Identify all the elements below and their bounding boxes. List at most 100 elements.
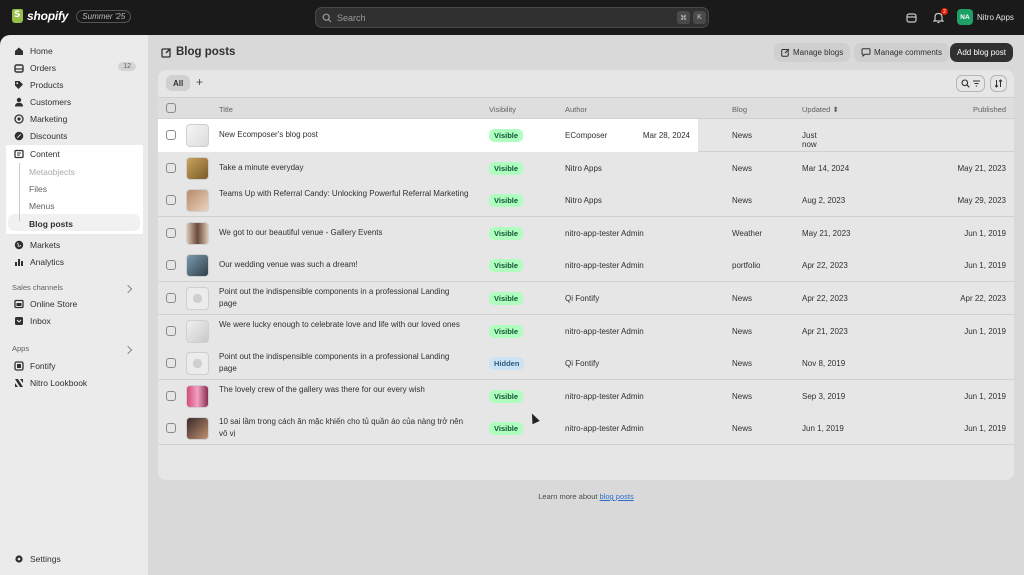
post-title[interactable]: 10 sai lầm trong cách ăn mặc khiến cho t… bbox=[219, 416, 469, 440]
table-row[interactable]: Teams Up with Referral Candy: Unlocking … bbox=[158, 184, 1014, 218]
row-checkbox[interactable] bbox=[166, 162, 176, 173]
orders-icon bbox=[14, 63, 24, 73]
blog-posts-help-link[interactable]: blog posts bbox=[600, 492, 634, 501]
add-blog-post-button[interactable]: Add blog post bbox=[950, 43, 1013, 62]
post-blog: News bbox=[732, 326, 753, 336]
content-icon bbox=[14, 149, 24, 159]
sidebar-item-home[interactable]: Home bbox=[8, 42, 140, 59]
post-title[interactable]: We got to our beautiful venue - Gallery … bbox=[219, 227, 469, 239]
row-checkbox[interactable] bbox=[166, 260, 176, 271]
table-row[interactable]: We were lucky enough to celebrate love a… bbox=[158, 314, 1014, 348]
column-author[interactable]: Author bbox=[565, 105, 587, 114]
sidebar-sub-menus[interactable]: Menus bbox=[29, 201, 55, 211]
post-title[interactable]: We were lucky enough to celebrate love a… bbox=[219, 319, 469, 331]
search-placeholder: Search bbox=[337, 12, 366, 23]
tag-icon bbox=[14, 80, 24, 90]
column-title[interactable]: Title bbox=[219, 105, 233, 114]
learn-more-text: Learn more about bbox=[538, 492, 600, 501]
post-thumbnail bbox=[186, 384, 209, 408]
sort-button[interactable] bbox=[990, 75, 1007, 92]
store-switcher-icon[interactable] bbox=[904, 10, 919, 25]
row-checkbox[interactable] bbox=[166, 195, 176, 206]
sidebar-item-marketing[interactable]: Marketing bbox=[8, 110, 140, 127]
user-menu[interactable]: NA Nitro Apps bbox=[957, 9, 1014, 25]
search-icon bbox=[960, 79, 970, 88]
sidebar-item-settings[interactable]: Settings bbox=[8, 550, 140, 567]
table-row[interactable]: The lovely crew of the gallery was there… bbox=[158, 379, 1014, 413]
notifications-bell-icon[interactable]: 2 bbox=[931, 8, 948, 25]
sidebar-item-label: Marketing bbox=[30, 113, 68, 124]
sidebar-sub-files[interactable]: Files bbox=[29, 184, 47, 194]
sidebar-item-orders[interactable]: Orders 12 bbox=[8, 59, 140, 76]
table-row[interactable]: Point out the indispensible components i… bbox=[158, 347, 1014, 381]
row-checkbox[interactable] bbox=[166, 293, 176, 303]
column-updated[interactable]: Updated ⬍ bbox=[802, 105, 839, 114]
sales-channels-chevron-icon[interactable] bbox=[123, 284, 133, 294]
row-checkbox[interactable] bbox=[166, 358, 176, 369]
sidebar-item-products[interactable]: Products bbox=[8, 76, 140, 93]
sidebar-sub-metaobjects[interactable]: Metaobjects bbox=[29, 167, 75, 177]
column-blog[interactable]: Blog bbox=[732, 105, 747, 114]
app-icon bbox=[14, 360, 24, 371]
manage-blogs-button[interactable]: Manage blogs bbox=[774, 43, 851, 62]
sidebar-item-markets[interactable]: Markets bbox=[8, 236, 140, 253]
post-updated: Nov 8, 2019 bbox=[802, 359, 846, 369]
post-title[interactable]: Point out the indispensible components i… bbox=[219, 286, 469, 310]
user-name: Nitro Apps bbox=[977, 12, 1014, 22]
post-author: nitro-app-tester Admin bbox=[565, 261, 644, 271]
visibility-badge: Visible bbox=[489, 292, 524, 305]
sidebar-item-online-store[interactable]: Online Store bbox=[8, 295, 140, 312]
table-row[interactable]: 10 sai lầm trong cách ăn mặc khiến cho t… bbox=[158, 412, 1014, 446]
sidebar-sub-blog-posts[interactable]: Blog posts bbox=[29, 219, 73, 229]
post-published: Jun 1, 2019 bbox=[964, 326, 1006, 336]
table-row[interactable]: Take a minute everyday Visible Nitro Apps N… bbox=[158, 151, 1014, 185]
filter-icon bbox=[972, 80, 980, 87]
post-author: Qi Fontify bbox=[565, 294, 600, 303]
table-row[interactable]: We got to our beautiful venue - Gallery … bbox=[158, 216, 1014, 250]
visibility-badge: Visible bbox=[489, 389, 524, 403]
nitro-icon bbox=[14, 378, 24, 388]
avatar: NA bbox=[957, 9, 973, 25]
search-input[interactable]: Search ⌘ K bbox=[315, 7, 709, 28]
visibility-badge: Hidden bbox=[489, 357, 525, 371]
table-row[interactable]: Our wedding venue was such a dream! Visib… bbox=[158, 249, 1014, 283]
post-published: Jun 1, 2019 bbox=[964, 261, 1006, 271]
column-visibility[interactable]: Visibility bbox=[489, 105, 516, 114]
sidebar-item-nitro-lookbook[interactable]: Nitro Lookbook bbox=[8, 374, 140, 391]
add-view-button[interactable]: + bbox=[196, 75, 203, 89]
row-checkbox[interactable] bbox=[166, 423, 176, 434]
row-checkbox[interactable] bbox=[166, 390, 176, 401]
post-title[interactable]: New Ecomposer's blog post bbox=[219, 129, 469, 141]
sidebar-item-customers[interactable]: Customers bbox=[8, 93, 140, 110]
column-published[interactable]: Published bbox=[973, 105, 1006, 114]
row-checkbox[interactable] bbox=[166, 130, 176, 140]
post-title[interactable]: Take a minute everyday bbox=[219, 162, 469, 174]
sidebar-item-fontify[interactable]: Fontify bbox=[8, 357, 140, 374]
apps-chevron-icon[interactable] bbox=[123, 345, 133, 355]
sidebar-item-content[interactable]: Content bbox=[8, 145, 140, 162]
sort-icon bbox=[994, 79, 1003, 88]
post-author: nitro-app-tester Admin bbox=[565, 228, 644, 238]
search-filter-button[interactable] bbox=[956, 75, 985, 92]
select-all-checkbox[interactable] bbox=[166, 103, 176, 113]
post-title[interactable]: Our wedding venue was such a dream! bbox=[219, 259, 469, 271]
post-title[interactable]: The lovely crew of the gallery was there… bbox=[219, 384, 469, 396]
table-row[interactable]: Point out the indispensible components i… bbox=[158, 282, 1014, 315]
manage-comments-button[interactable]: Manage comments bbox=[854, 43, 950, 62]
post-title[interactable]: Teams Up with Referral Candy: Unlocking … bbox=[219, 188, 469, 200]
row-checkbox[interactable] bbox=[166, 325, 176, 336]
post-updated: Mar 14, 2024 bbox=[802, 163, 850, 173]
post-thumbnail bbox=[186, 352, 209, 376]
post-blog: News bbox=[732, 359, 753, 369]
sidebar-item-discounts[interactable]: Discounts bbox=[8, 127, 140, 144]
visibility-badge: Visible bbox=[489, 226, 524, 240]
post-thumbnail bbox=[186, 319, 209, 343]
table-row[interactable]: New Ecomposer's blog post Visible ECompose… bbox=[158, 119, 817, 152]
post-title[interactable]: Point out the indispensible components i… bbox=[219, 351, 469, 375]
row-checkbox[interactable] bbox=[166, 227, 176, 238]
post-author: nitro-app-tester Admin bbox=[565, 326, 644, 336]
sidebar-item-inbox[interactable]: Inbox bbox=[8, 312, 140, 329]
sidebar-item-analytics[interactable]: Analytics bbox=[8, 253, 140, 270]
tab-all[interactable]: All bbox=[166, 75, 191, 91]
person-icon bbox=[14, 97, 24, 107]
